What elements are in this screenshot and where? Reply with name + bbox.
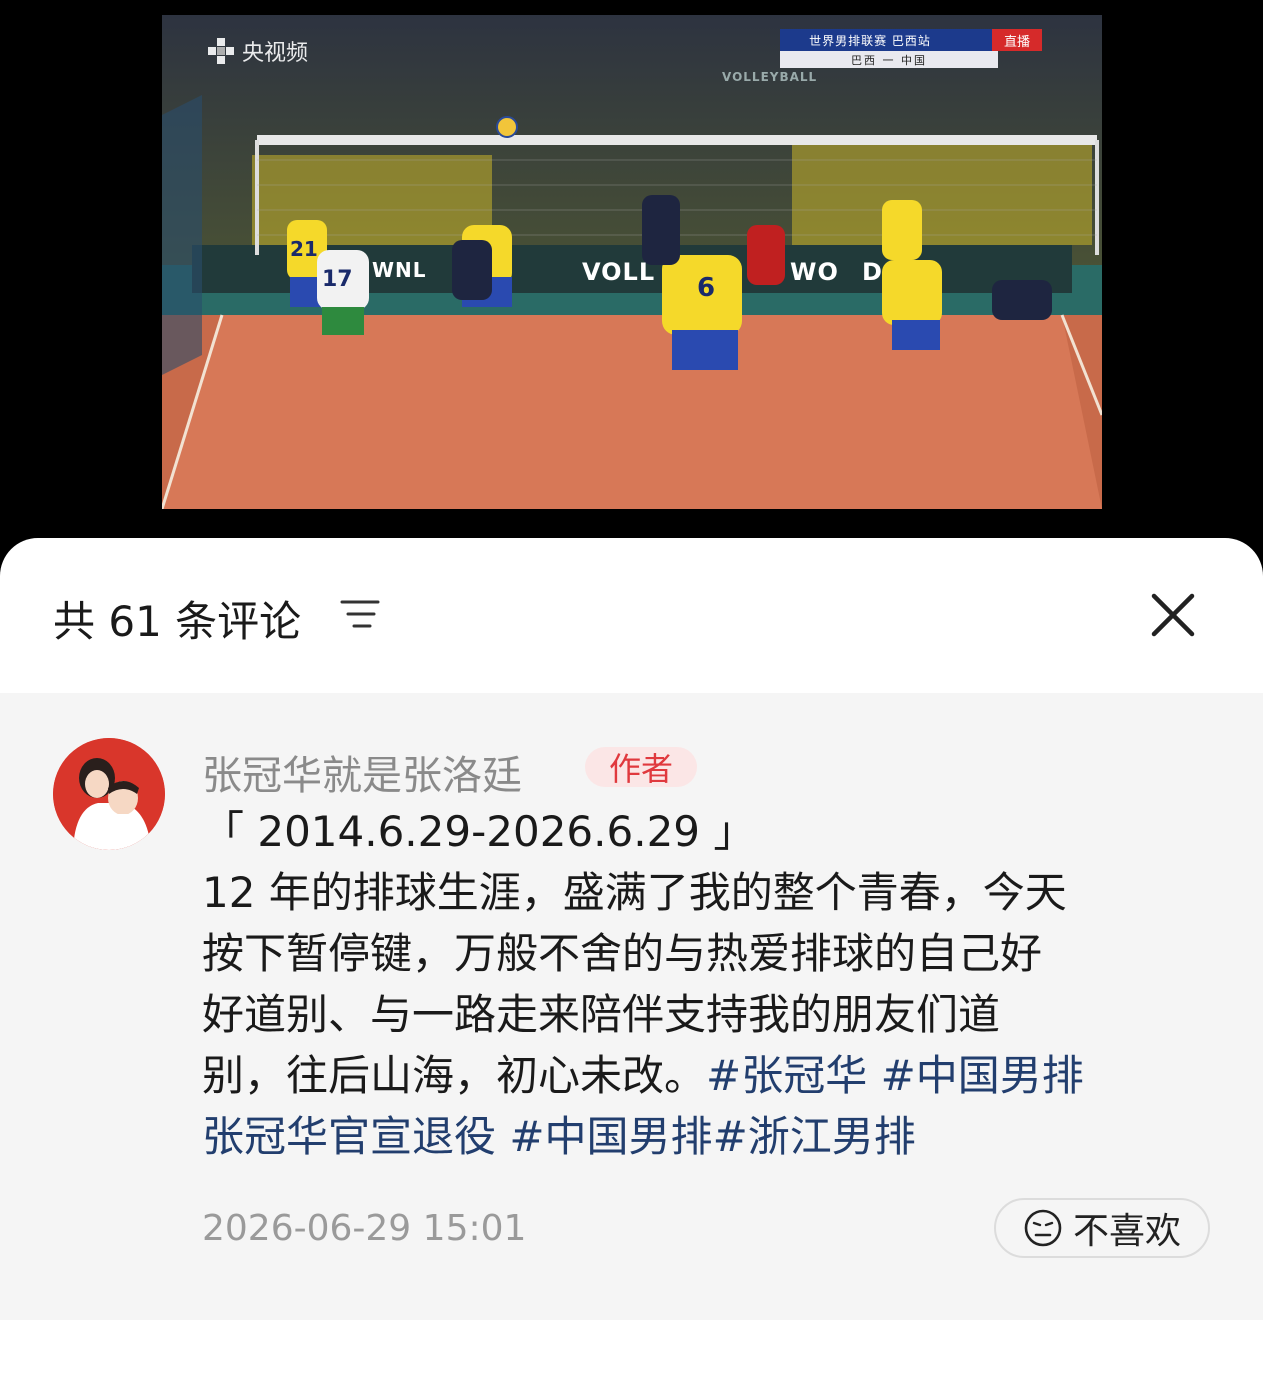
author-badge: 作者 — [585, 747, 697, 788]
hashtag-link[interactable]: 张冠华官宣退役 — [202, 1112, 496, 1161]
dislike-button[interactable]: 不喜欢 — [994, 1198, 1210, 1258]
comment-line: 张冠华官宣退役 #中国男排#浙江男排 — [202, 1106, 1222, 1167]
video-player[interactable]: 央视频 世界男排联赛 巴西站 直播 巴西 一 中国 WNL VOLL WO D … — [162, 15, 1102, 509]
comment-line: 12 年的排球生涯，盛满了我的整个青春，今天 — [202, 868, 1067, 917]
jersey-number-17: 17 — [322, 267, 353, 292]
bottom-bar — [0, 1320, 1263, 1387]
banner-text-wnl: WNL — [372, 258, 427, 282]
hashtag-link[interactable]: #浙江男排 — [713, 1112, 916, 1161]
jersey-number-6: 6 — [697, 273, 716, 303]
watermark-text: 央视频 — [242, 41, 309, 66]
hashtag-link[interactable]: #中国男排 — [496, 1112, 712, 1161]
comment-username[interactable]: 张冠华就是张洛廷 — [202, 743, 522, 801]
hashtag-link[interactable]: #中国男排 — [867, 1051, 1084, 1100]
avatar[interactable] — [53, 738, 165, 850]
comment-item: 张冠华就是张洛廷 作者 「 2014.6.29-2026.6.29 」 12 年… — [0, 693, 1263, 1321]
banner-text-d: D — [862, 258, 883, 286]
comment-line: 按下暂停键，万般不舍的与热爱排球的自己好 — [202, 929, 1043, 978]
banner-text-volleyball: VOLLEYBALL — [722, 70, 818, 84]
score-title: 世界男排联赛 巴西站 — [780, 29, 998, 51]
hashtag-link[interactable]: #张冠华 — [706, 1051, 867, 1100]
comment-line: 别，往后山海，初心未改。#张冠华 #中国男排 — [202, 1045, 1222, 1106]
banner-text-wo: WO — [790, 258, 839, 286]
cctv-video-watermark: 央视频 — [206, 35, 308, 67]
comment-text-segment: 别，往后山海，初心未改。 — [202, 1051, 707, 1100]
frown-face-icon — [1024, 1209, 1062, 1247]
comment-count-title: 共 61 条评论 — [53, 597, 302, 646]
close-icon[interactable] — [1148, 590, 1198, 640]
score-teams: 巴西 一 中国 — [780, 51, 998, 68]
sort-icon[interactable] — [340, 596, 380, 632]
jersey-number-21: 21 — [290, 237, 318, 261]
comment-line: 「 2014.6.29-2026.6.29 」 — [202, 807, 756, 856]
live-badge: 直播 — [992, 29, 1042, 51]
comment-timestamp: 2026-06-29 15:01 — [202, 1208, 527, 1249]
avatar-illustration-icon — [53, 738, 165, 850]
banner-text-voll: VOLL — [582, 258, 656, 286]
comment-line: 好道别、与一路走来陪伴支持我的朋友们道 — [202, 990, 1001, 1039]
comments-header: 共 61 条评论 — [0, 538, 1263, 693]
score-overlay: 世界男排联赛 巴西站 直播 巴西 一 中国 — [780, 29, 1042, 69]
comments-sheet: 共 61 条评论 张冠华就是张洛廷 作者 「 2014.6.29-2026.6.… — [0, 538, 1263, 1387]
dislike-label: 不喜欢 — [1072, 1211, 1181, 1252]
comment-body: 「 2014.6.29-2026.6.29 」 12 年的排球生涯，盛满了我的整… — [202, 801, 1222, 1167]
cctv-logo-icon — [208, 38, 234, 64]
